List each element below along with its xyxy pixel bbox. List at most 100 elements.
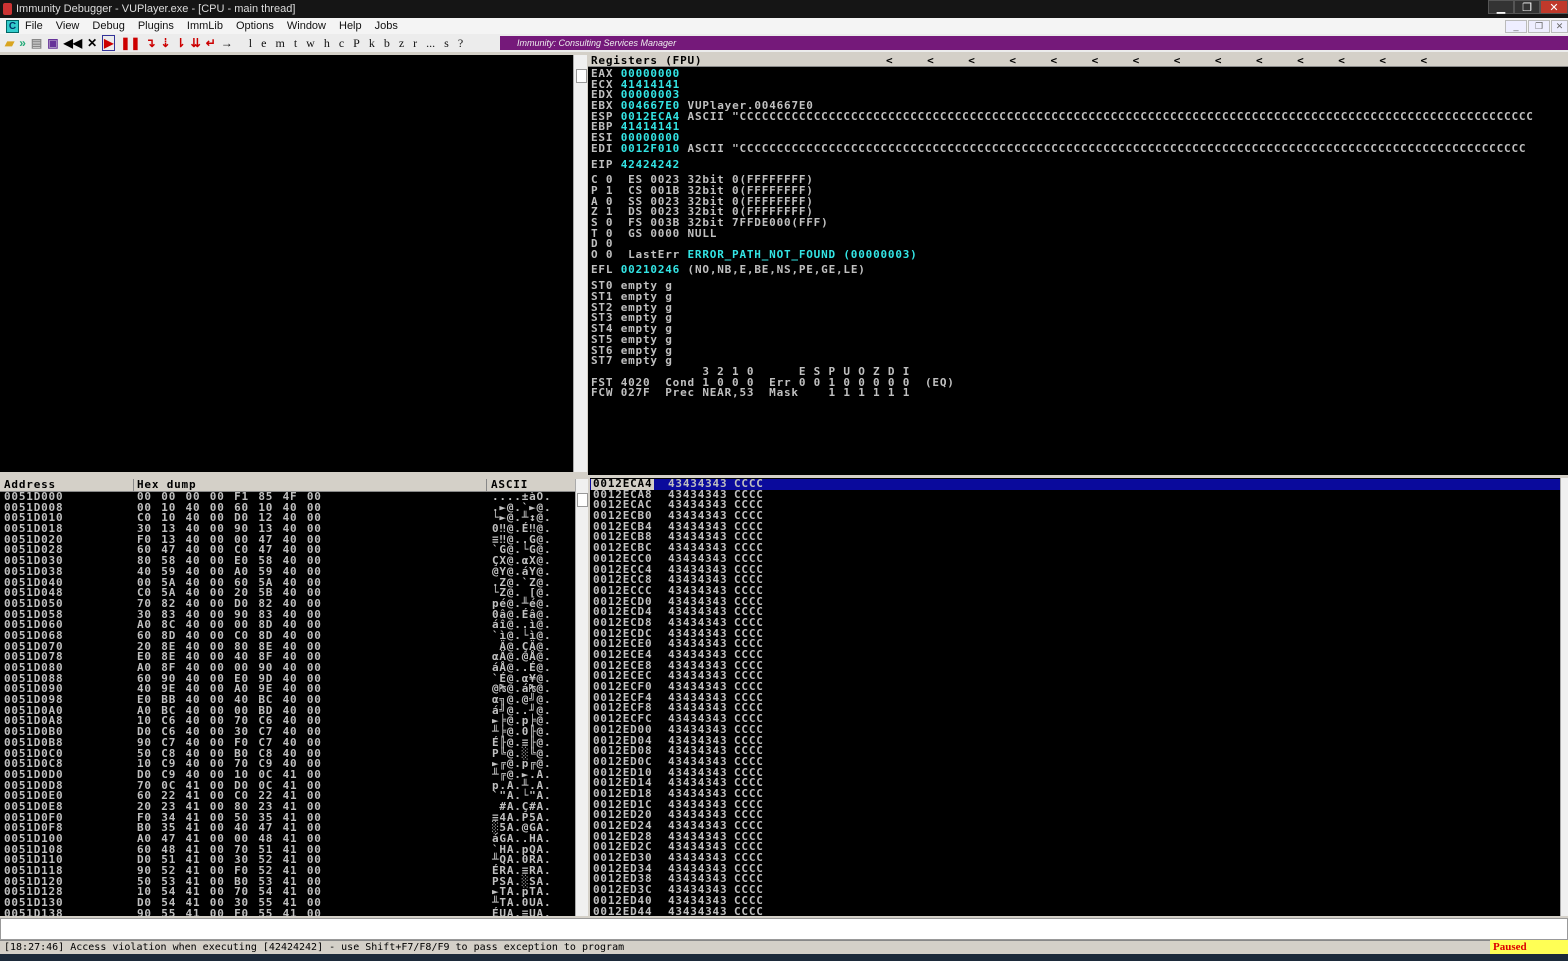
dump-ascii: ÉUA.≡UA. (492, 906, 552, 916)
fpu-register: ST5 empty g (591, 334, 1568, 346)
pause-icon[interactable]: ❚❚ (120, 36, 140, 50)
paused-status: Paused (1490, 940, 1568, 954)
toolbar-button-12[interactable]: ... (426, 36, 435, 51)
minimize-button[interactable]: ▁ (1488, 0, 1514, 14)
toolbar-button-6[interactable]: c (339, 36, 344, 51)
mdi-minimize-button[interactable]: _ (1505, 20, 1527, 33)
app-icon (3, 3, 12, 15)
disassembly-scrollbar[interactable] (573, 55, 587, 472)
menu-bar: C File View Debug Plugins ImmLib Options Windo… (0, 18, 1568, 34)
register-comment: ASCII "CCCCCCCCCCCCCCCCCCCCCCCCCCCCCCCCC… (687, 141, 1527, 155)
rewind-icon[interactable]: ◀◀ (64, 36, 82, 50)
last-error-label: O 0 LastErr (591, 248, 688, 261)
maximize-button[interactable]: ❐ (1514, 0, 1540, 14)
mdi-restore-button[interactable]: ❐ (1528, 20, 1550, 33)
dump-scrollbar[interactable] (575, 479, 588, 916)
toolbar-button-1[interactable]: e (261, 36, 266, 51)
register-esp: ESP 0012ECA4 ASCII "CCCCCCCCCCCCCCCCCCCC… (591, 111, 1568, 123)
status-message: [18:27:46] Access violation when executi… (4, 942, 625, 953)
register-value[interactable]: 0012F010 (621, 142, 680, 155)
title-bar: Immunity Debugger - VUPlayer.exe - [CPU … (0, 0, 1568, 18)
register-eax: EAX 00000000 (591, 68, 1568, 80)
consulting-banner[interactable]: Immunity: Consulting Services Manager (500, 36, 1568, 50)
register-name: EDI (591, 141, 614, 155)
toolbar-button-11[interactable]: r (413, 36, 417, 51)
open-icon[interactable]: ▰ (5, 36, 14, 50)
fpu-register: ST2 empty g (591, 302, 1568, 314)
toolbar-button-2[interactable]: m (275, 36, 284, 51)
step-into-icon[interactable]: ↴ (145, 36, 155, 50)
run-icon[interactable]: ▶ (102, 35, 116, 51)
close-program-icon[interactable]: ▤ (31, 36, 42, 50)
register-ecx: ECX 41414141 (591, 79, 1568, 91)
toolbar-button-10[interactable]: z (399, 36, 404, 51)
stack-ascii: CCCC (734, 904, 764, 916)
toolbar-button-4[interactable]: w (306, 36, 315, 51)
stop-icon[interactable]: ✕ (87, 36, 97, 50)
menu-view[interactable]: View (56, 18, 80, 34)
register-name: EFL (591, 262, 614, 276)
registers-pane[interactable]: EAX 00000000 ECX 41414141 EDX 00000003 E… (588, 67, 1568, 475)
command-input[interactable] (0, 918, 1568, 940)
fpu-register: ST6 empty g (591, 345, 1568, 357)
dump-header: Address Hex dump ASCII (0, 479, 575, 492)
status-bar: [18:27:46] Access violation when executi… (0, 940, 1490, 954)
efl-flags: (NO,NB,E,BE,NS,PE,GE,LE) (687, 262, 866, 276)
registers-nav-arrows[interactable]: < < < < < < < < < < < < < < (886, 55, 1428, 67)
last-error-value: ERROR_PATH_NOT_FOUND (00000003) (687, 248, 918, 261)
registers-title: Registers (FPU) (591, 54, 703, 67)
stack-pane[interactable]: 0012ECA4 43434343 CCCC 0012ECA8 43434343 CCCC… (590, 478, 1560, 916)
restart-icon[interactable]: » (19, 36, 26, 50)
dump-pane[interactable]: 0051D000 00 00 00 00 F1 85 4F 00 ....±àO. 0… (0, 492, 575, 916)
fpu-register: ST4 empty g (591, 323, 1568, 335)
menu-help[interactable]: Help (339, 18, 362, 34)
trace-over-icon[interactable]: ⇊ (191, 36, 201, 50)
cpu-icon[interactable]: C (6, 19, 19, 33)
stack-value: 43434343 (668, 904, 728, 916)
stack-scrollbar[interactable] (1560, 478, 1568, 916)
column-address[interactable]: Address (4, 479, 134, 491)
menu-file[interactable]: File (25, 18, 43, 34)
menu-immlib[interactable]: ImmLib (187, 18, 223, 34)
stack-address: 0012ED44 (593, 904, 653, 916)
fpu-register: ST0 empty g (591, 280, 1568, 292)
segment-flag-row: S 0 FS 003B 32bit 7FFDE000(FFF) (591, 217, 1568, 229)
attach-icon[interactable]: ▣ (47, 36, 58, 50)
fpu-fcw: FCW 027F Prec NEAR,53 Mask 1 1 1 1 1 1 (591, 386, 1568, 400)
stack-row[interactable]: 0012ED44 43434343 CCCC (590, 904, 1560, 916)
register-value[interactable]: 00210246 (621, 263, 680, 276)
step-over-icon[interactable]: ⇣ (161, 36, 171, 50)
disassembly-pane[interactable] (0, 55, 573, 472)
toolbar-button-3[interactable]: t (294, 36, 297, 51)
column-hex[interactable]: Hex dump (137, 479, 487, 491)
register-value[interactable]: 42424242 (621, 158, 680, 171)
menu-window[interactable]: Window (287, 18, 326, 34)
mdi-close-button[interactable]: ✕ (1551, 20, 1568, 33)
toolbar-button-7[interactable]: P (353, 36, 360, 51)
menu-debug[interactable]: Debug (92, 18, 124, 34)
toolbar-button-0[interactable]: l (249, 36, 252, 51)
register-efl: EFL 00210246 (NO,NB,E,BE,NS,PE,GE,LE) (591, 262, 1568, 276)
column-ascii[interactable]: ASCII (491, 479, 571, 491)
dump-row[interactable]: 0051D138 90 55 41 00 F0 55 41 00 ÉUA.≡UA. (0, 906, 575, 916)
registers-header[interactable]: Registers (FPU) < < < < < < < < < < < < <… (588, 55, 1568, 67)
menu-options[interactable]: Options (236, 18, 274, 34)
fpu-fcw-text: FCW 027F Prec NEAR,53 Mask 1 1 1 1 1 1 (591, 386, 911, 400)
toolbar-button-13[interactable]: s (444, 36, 449, 51)
register-name: EIP (591, 157, 614, 171)
close-button[interactable]: ✕ (1540, 0, 1568, 14)
fpu-register: ST1 empty g (591, 291, 1568, 303)
taskbar (0, 954, 1568, 961)
register-eip: EIP 42424242 (591, 157, 1568, 171)
execute-till-return-icon[interactable]: ↵ (206, 36, 216, 50)
toolbar-button-9[interactable]: b (384, 36, 390, 51)
menu-jobs[interactable]: Jobs (375, 18, 398, 34)
fpu-register: ST3 empty g (591, 312, 1568, 324)
toolbar-button-8[interactable]: k (369, 36, 375, 51)
menu-plugins[interactable]: Plugins (138, 18, 174, 34)
toolbar-button-14[interactable]: ? (458, 36, 463, 51)
trace-into-icon[interactable]: ⇂ (176, 36, 186, 50)
toolbar-button-5[interactable]: h (324, 36, 330, 51)
goto-icon[interactable]: → (221, 36, 233, 50)
window-title: Immunity Debugger - VUPlayer.exe - [CPU … (16, 3, 296, 15)
